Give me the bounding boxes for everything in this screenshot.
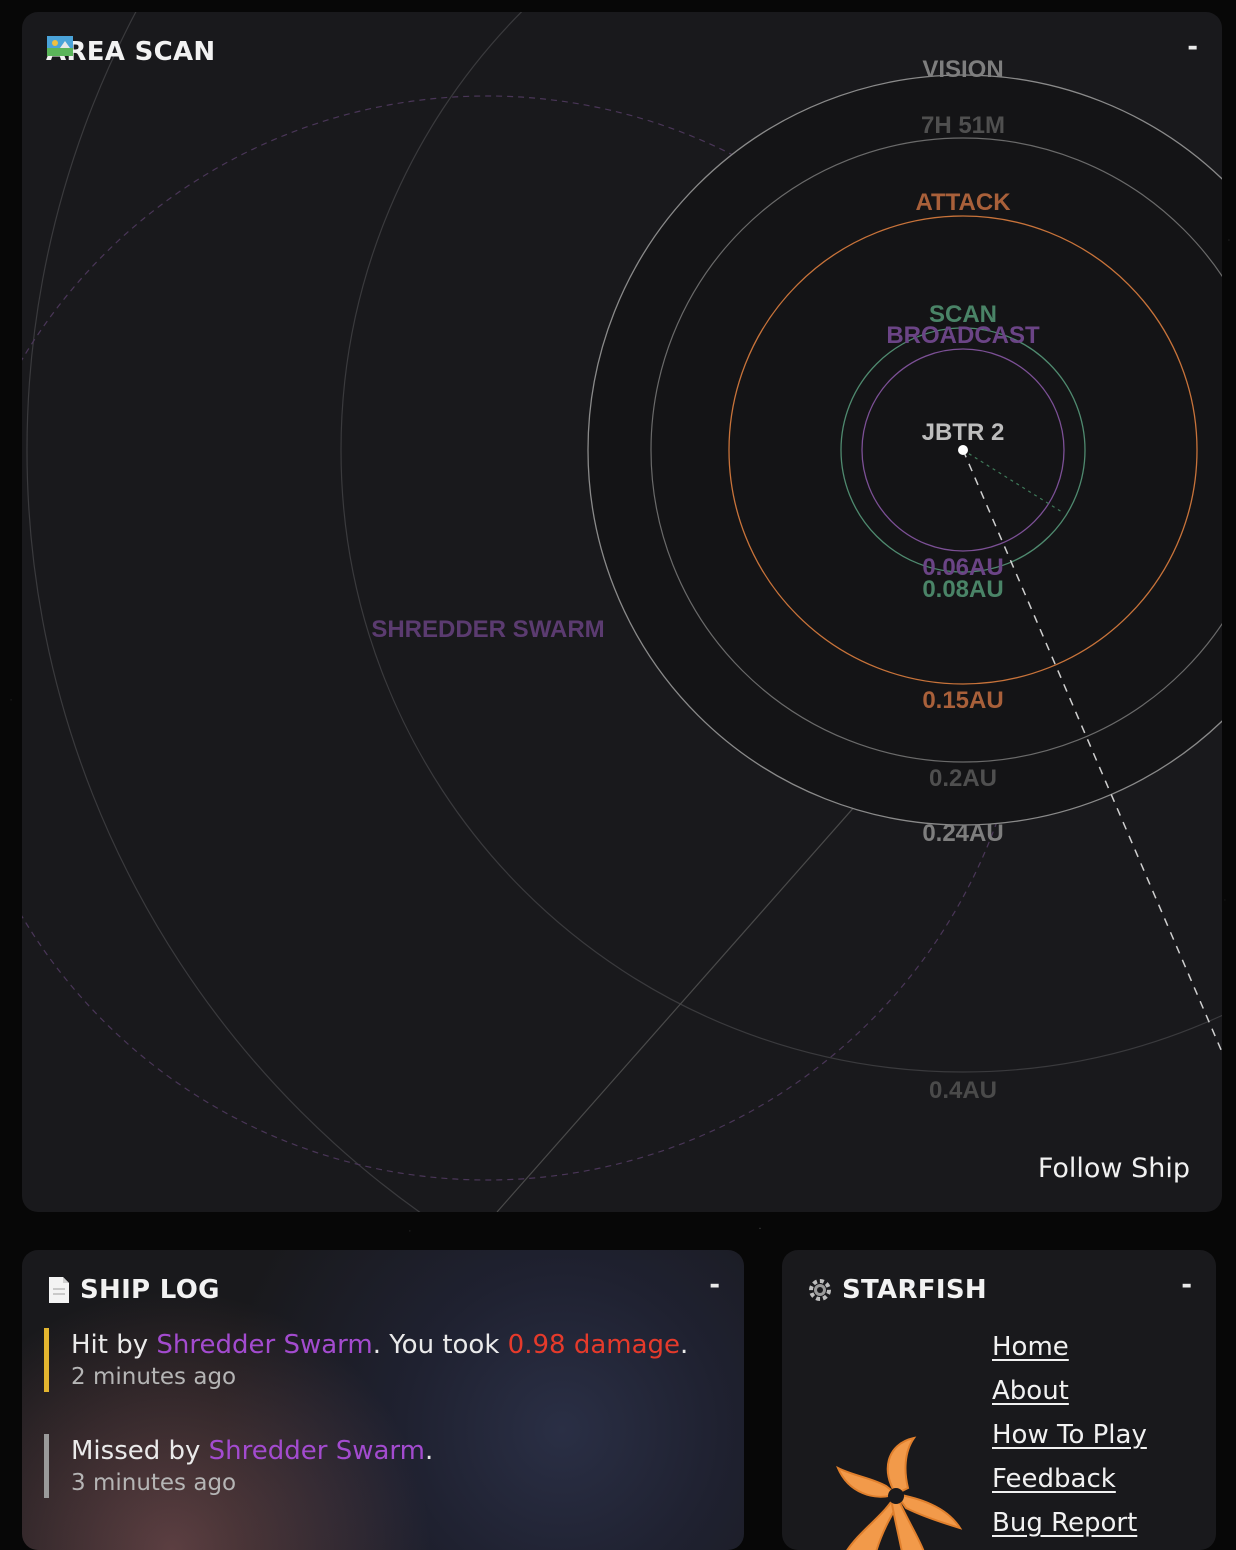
map-icon bbox=[47, 36, 73, 56]
scan-map[interactable]: VISION 7H 51M ATTACK SCAN BROADCAST JBTR… bbox=[22, 12, 1222, 1212]
log-entry-text: Hit by Shredder Swarm. You took 0.98 dam… bbox=[71, 1328, 688, 1362]
ship-log-header: SHIP LOG bbox=[46, 1272, 220, 1308]
starfish-header: STARFISH bbox=[806, 1272, 987, 1308]
nav-link-feedback[interactable]: Feedback bbox=[992, 1464, 1116, 1494]
area-scan-panel: VISION 7H 51M ATTACK SCAN BROADCAST JBTR… bbox=[22, 12, 1222, 1212]
log-text: . You took bbox=[372, 1330, 508, 1360]
log-entry: Hit by Shredder Swarm. You took 0.98 dam… bbox=[44, 1328, 688, 1392]
damage-text: 0.98 damage bbox=[507, 1330, 681, 1360]
attack-label: ATTACK bbox=[915, 189, 1011, 216]
starfish-collapse-button[interactable]: - bbox=[1181, 1270, 1192, 1300]
enemy-link[interactable]: Shredder Swarm bbox=[209, 1436, 425, 1466]
area-scan-header: AREA SCAN bbox=[46, 34, 215, 70]
log-entry-text: Missed by Shredder Swarm. bbox=[71, 1434, 433, 1468]
follow-ship-button[interactable]: Follow Ship bbox=[1038, 1153, 1190, 1184]
log-timestamp: 2 minutes ago bbox=[71, 1364, 237, 1390]
enemy-label[interactable]: SHREDDER SWARM bbox=[371, 616, 604, 643]
outer-distance: 0.4AU bbox=[929, 1077, 997, 1104]
enemy-link[interactable]: Shredder Swarm bbox=[156, 1330, 372, 1360]
log-timestamp: 3 minutes ago bbox=[71, 1470, 237, 1496]
scan-distance: 0.08AU bbox=[922, 576, 1003, 603]
starfish-logo bbox=[836, 1436, 963, 1550]
timer-distance: 0.2AU bbox=[929, 765, 997, 792]
log-text: Hit by bbox=[71, 1330, 157, 1360]
vision-distance: 0.24AU bbox=[922, 820, 1003, 847]
nav-link-home[interactable]: Home bbox=[992, 1332, 1069, 1362]
log-text: . bbox=[425, 1436, 434, 1466]
nav-link-about[interactable]: About bbox=[992, 1376, 1069, 1406]
document-icon bbox=[49, 1277, 69, 1303]
starfish-title: STARFISH bbox=[842, 1275, 987, 1305]
ship-log-panel: SHIP LOG - Hit by Shredder Swarm. You to… bbox=[22, 1250, 744, 1550]
ship-marker[interactable] bbox=[958, 445, 968, 455]
area-scan-collapse-button[interactable]: - bbox=[1187, 32, 1198, 62]
broadcast-label: BROADCAST bbox=[886, 322, 1040, 349]
log-entry: Missed by Shredder Swarm. 3 minutes ago bbox=[44, 1434, 433, 1498]
nav-link-bug-report[interactable]: Bug Report bbox=[992, 1508, 1137, 1538]
log-text: . bbox=[680, 1330, 689, 1360]
timer-label: 7H 51M bbox=[921, 112, 1005, 139]
ship-name-label: JBTR 2 bbox=[922, 419, 1005, 446]
gear-icon bbox=[809, 1279, 831, 1301]
starfish-panel: STARFISH - Home About How To Play Feedba… bbox=[782, 1250, 1216, 1550]
vision-label: VISION bbox=[922, 56, 1003, 83]
ship-log-title: SHIP LOG bbox=[80, 1275, 220, 1305]
ship-log-collapse-button[interactable]: - bbox=[709, 1270, 720, 1300]
log-text: Missed by bbox=[71, 1436, 209, 1466]
attack-distance: 0.15AU bbox=[922, 687, 1003, 714]
nav-link-how-to-play[interactable]: How To Play bbox=[992, 1420, 1147, 1450]
